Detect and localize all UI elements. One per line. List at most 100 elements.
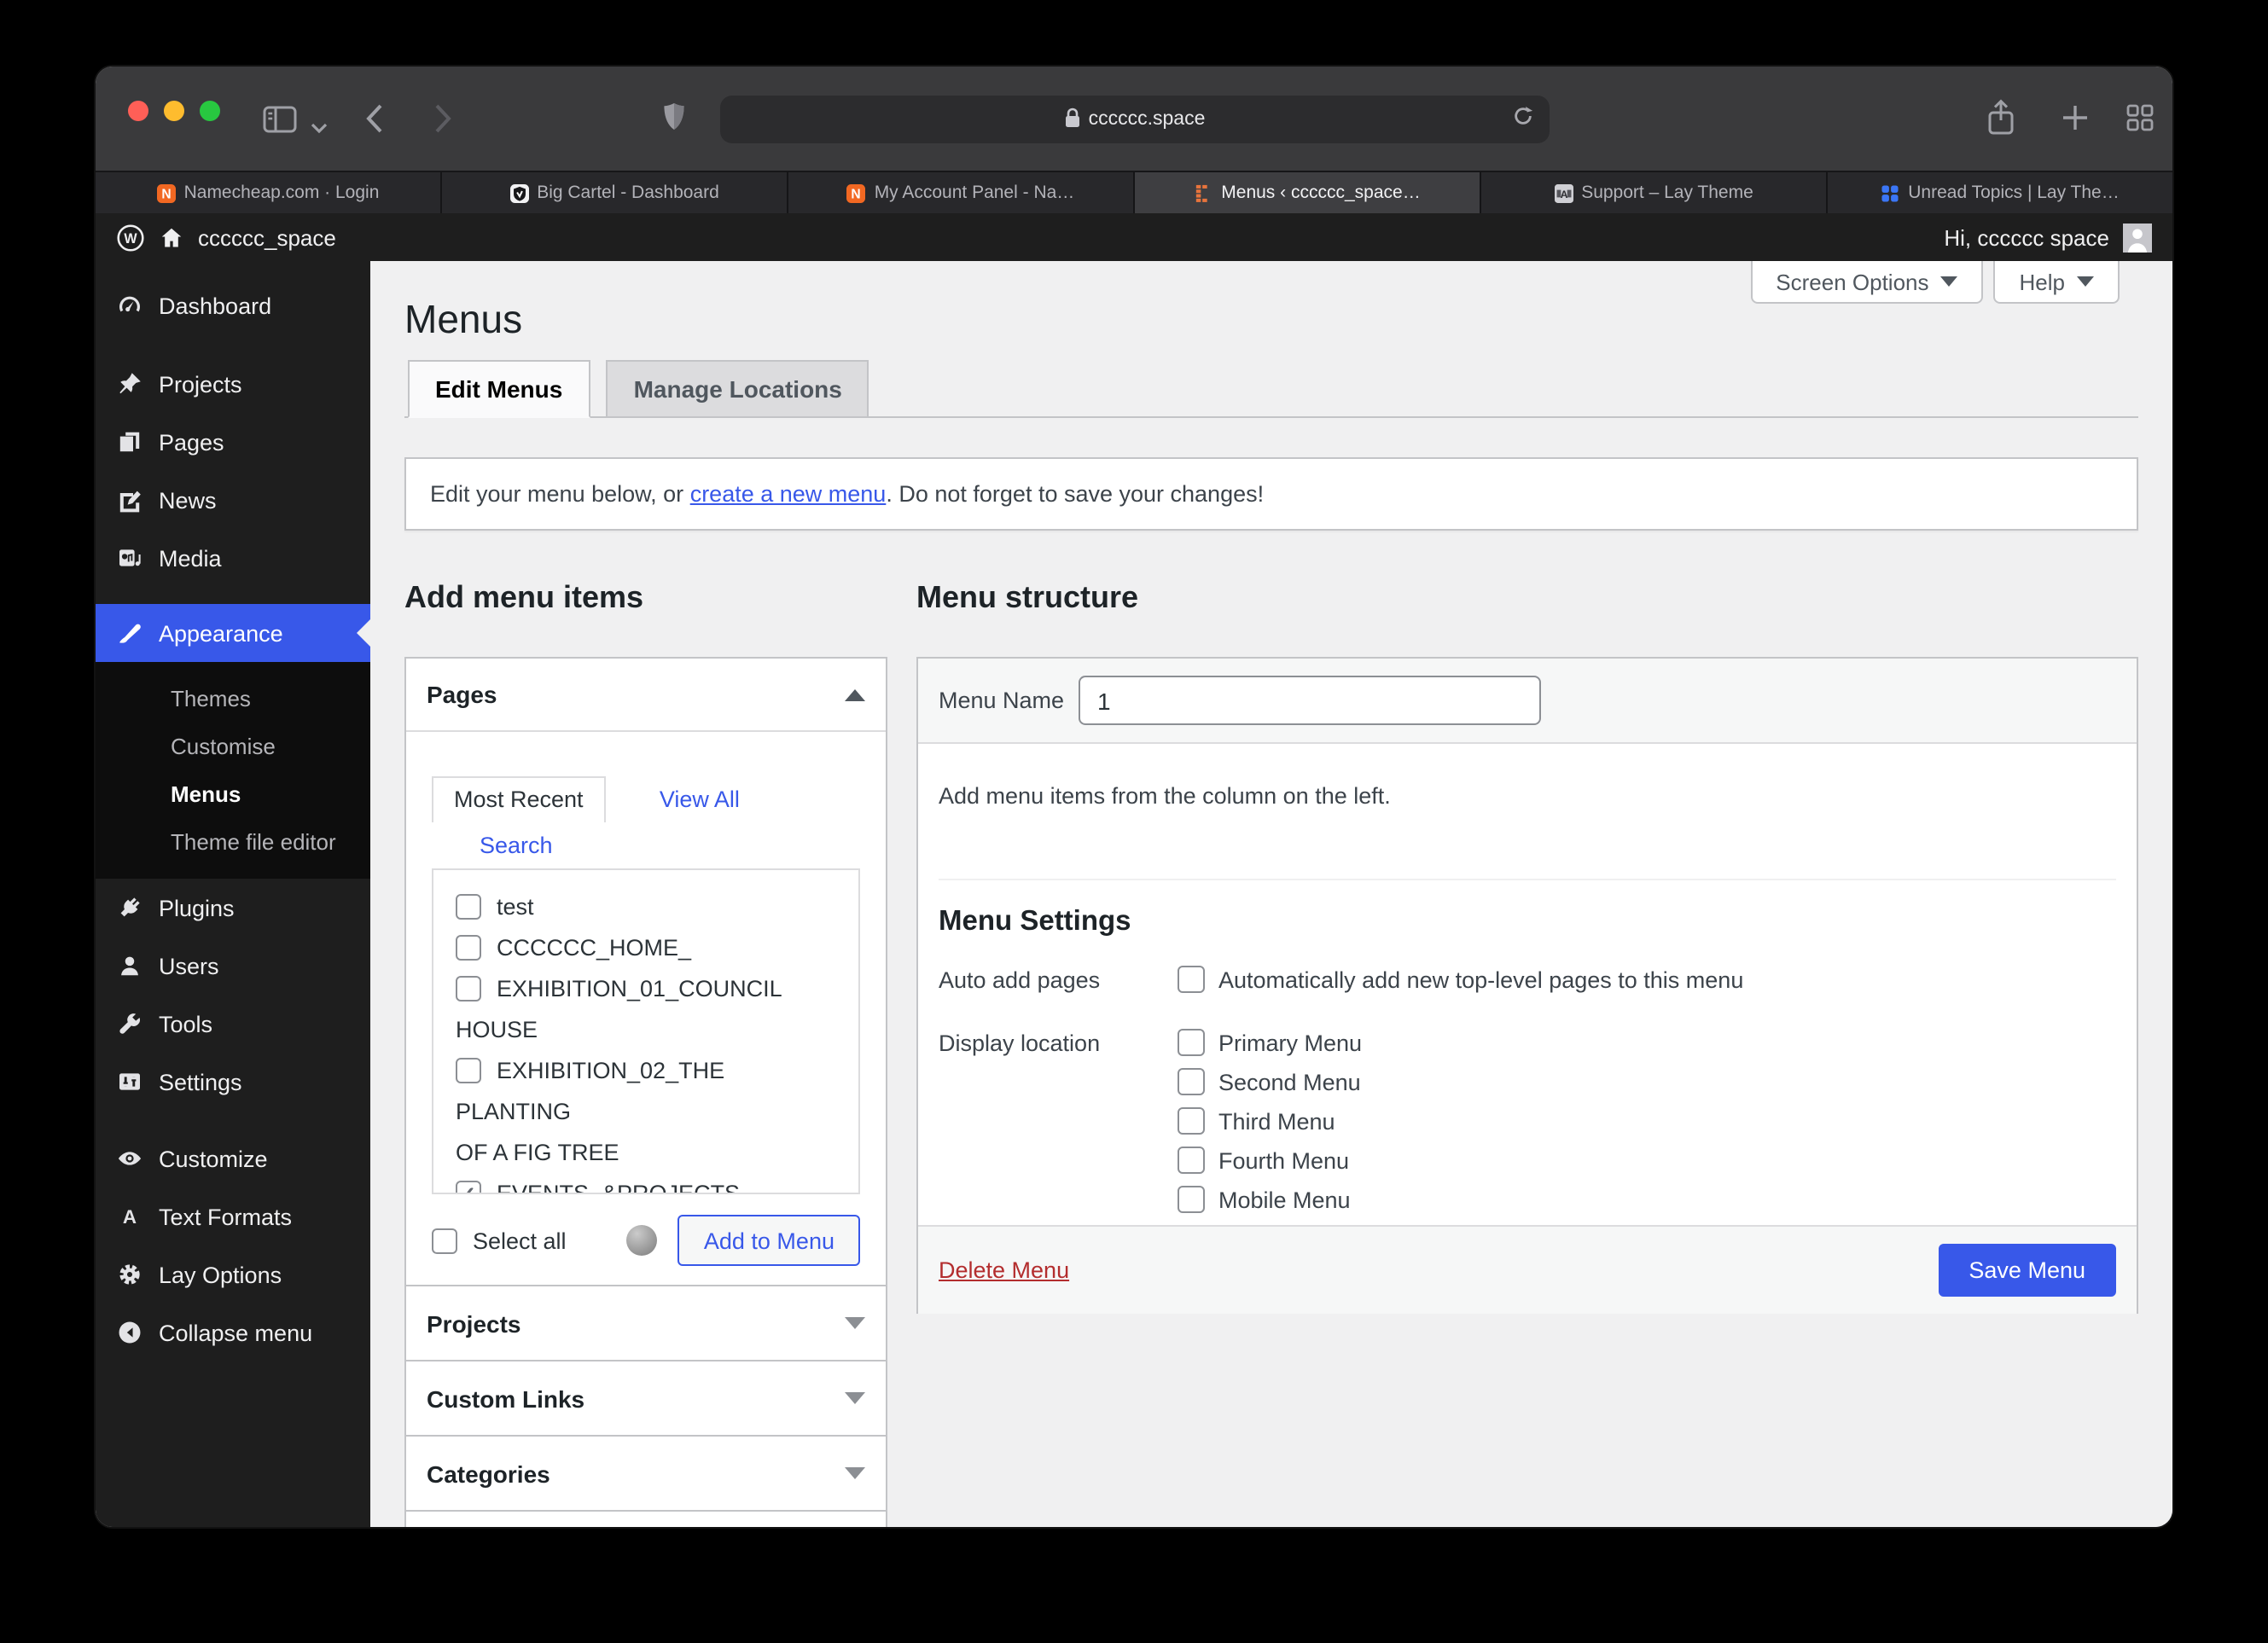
address-bar[interactable]: cccccc.space	[720, 96, 1550, 143]
sidebar-item-collapse-menu[interactable]: Collapse menu	[96, 1303, 370, 1361]
appearance-brush-icon	[116, 619, 143, 647]
sidebar-item-appearance[interactable]: Appearance	[96, 604, 370, 662]
spinner-icon	[626, 1225, 658, 1256]
wordpress-logo-icon[interactable]: W	[116, 223, 145, 252]
site-name[interactable]: cccccc_space	[198, 224, 336, 250]
page-checkbox-item[interactable]: CCCCCC_HOME_	[456, 928, 845, 969]
checkbox[interactable]	[1178, 1068, 1205, 1095]
add-to-menu-button[interactable]: Add to Menu	[677, 1215, 860, 1266]
sidebar-item-settings[interactable]: Settings	[96, 1053, 370, 1111]
checkbox[interactable]	[1178, 966, 1205, 993]
checkbox[interactable]	[456, 935, 481, 961]
sidebar-item-plugins[interactable]: Plugins	[96, 879, 370, 937]
save-menu-button[interactable]: Save Menu	[1938, 1244, 2116, 1297]
sidebar-item-dashboard[interactable]: Dashboard	[96, 276, 370, 334]
delete-menu-link[interactable]: Delete Menu	[939, 1257, 1069, 1283]
sidebar-item-customize[interactable]: Customize	[96, 1129, 370, 1187]
sidebar-item-text-formats[interactable]: A Text Formats	[96, 1187, 370, 1245]
privacy-shield-icon[interactable]	[662, 101, 686, 143]
sidebar-item-lay-options[interactable]: Lay Options	[96, 1245, 370, 1303]
browser-toolbar: cccccc.space	[96, 67, 2172, 172]
tab-view-all[interactable]: View All	[639, 778, 760, 824]
custom-links-accordion[interactable]: Custom Links	[404, 1360, 887, 1437]
sidebar-item-media[interactable]: Media	[96, 529, 370, 587]
sidebar-item-tools[interactable]: Tools	[96, 995, 370, 1053]
chevron-up-icon	[845, 688, 865, 700]
home-icon[interactable]	[159, 224, 184, 250]
avatar[interactable]	[2123, 223, 2152, 252]
page-checkbox-item[interactable]: EVENTS_&PROJECTS	[456, 1174, 845, 1193]
location-option-second[interactable]: Second Menu	[1178, 1068, 1362, 1095]
pages-accordion-header[interactable]: Pages	[406, 659, 886, 732]
submenu-item-theme-file-editor[interactable]: Theme file editor	[96, 819, 370, 867]
tab-overview-icon[interactable]	[2126, 104, 2154, 140]
svg-text:A: A	[123, 1206, 137, 1228]
admin-greeting[interactable]: Hi, cccccc space	[1944, 224, 2109, 250]
select-all-checkbox[interactable]	[432, 1228, 457, 1253]
zoom-window-button[interactable]	[200, 101, 220, 121]
plugin-icon	[116, 894, 143, 921]
forward-icon[interactable]	[433, 102, 452, 143]
tab-strip: N Namecheap.com · Login Big Cartel - Das…	[96, 172, 2172, 213]
minimize-window-button[interactable]	[164, 101, 184, 121]
page-checkbox-item[interactable]: EXHIBITION_02_THE PLANTING OF A FIG TREE	[456, 1051, 845, 1174]
checkbox[interactable]	[456, 1058, 481, 1083]
sidebar-item-pages[interactable]: Pages	[96, 413, 370, 471]
new-tab-icon[interactable]	[2062, 104, 2089, 140]
menu-settings-heading: Menu Settings	[939, 906, 1131, 937]
projects-accordion[interactable]: Projects	[404, 1285, 887, 1361]
checkbox[interactable]	[1178, 1029, 1205, 1056]
sidebar-item-users[interactable]: Users	[96, 937, 370, 995]
sidebar-toggle-icon[interactable]	[263, 106, 297, 142]
tab-namecheap-login[interactable]: N Namecheap.com · Login	[96, 172, 442, 213]
location-option-primary[interactable]: Primary Menu	[1178, 1029, 1362, 1056]
location-option-fourth[interactable]: Fourth Menu	[1178, 1147, 1362, 1174]
help-button[interactable]: Help	[1993, 261, 2120, 304]
checkbox[interactable]	[456, 894, 481, 920]
tab-menus-active[interactable]: Menus ‹ cccccc_space…	[1135, 172, 1481, 213]
tab-big-cartel[interactable]: Big Cartel - Dashboard	[442, 172, 788, 213]
sidebar-chevron-icon[interactable]	[311, 113, 328, 143]
checkbox[interactable]	[456, 976, 481, 1001]
reload-icon[interactable]	[1512, 104, 1534, 133]
svg-text:N: N	[161, 187, 171, 201]
news-category-accordion[interactable]: News Category	[404, 1510, 887, 1527]
dashboard-icon	[116, 292, 143, 319]
submenu-item-customise[interactable]: Customise	[96, 723, 370, 771]
share-icon[interactable]	[1986, 99, 2015, 145]
screen-options-button[interactable]: Screen Options	[1750, 261, 1984, 304]
edit-pencil-icon	[116, 486, 143, 514]
menu-name-input[interactable]	[1079, 676, 1541, 725]
sidebar-item-news[interactable]: News	[96, 471, 370, 529]
lay-theme-favicon	[1194, 183, 1213, 202]
submenu-item-menus[interactable]: Menus	[96, 771, 370, 819]
chevron-down-icon	[2077, 276, 2094, 287]
display-location-label: Display location	[939, 1031, 1101, 1056]
location-option-third[interactable]: Third Menu	[1178, 1107, 1362, 1135]
categories-accordion[interactable]: Categories	[404, 1435, 887, 1512]
page-checkbox-item[interactable]: EXHIBITION_01_COUNCIL HOUSE	[456, 969, 845, 1051]
chevron-down-icon	[845, 1317, 865, 1329]
chevron-down-icon	[845, 1467, 865, 1479]
tab-most-recent[interactable]: Most Recent	[432, 776, 606, 822]
checkbox[interactable]	[1178, 1147, 1205, 1174]
checkbox[interactable]	[1178, 1107, 1205, 1135]
checkbox-checked[interactable]	[456, 1174, 481, 1193]
page-checkbox-item[interactable]: test	[456, 887, 845, 928]
admin-content: Screen Options Help Menus Edit Menus Man…	[370, 261, 2172, 1527]
location-option-mobile[interactable]: Mobile Menu	[1178, 1186, 1362, 1213]
tab-manage-locations[interactable]: Manage Locations	[606, 360, 869, 416]
back-icon[interactable]	[365, 102, 384, 143]
tab-search[interactable]: Search	[459, 824, 573, 870]
create-new-menu-link[interactable]: create a new menu	[690, 481, 887, 507]
checkbox[interactable]	[1178, 1186, 1205, 1213]
wrench-icon	[116, 1010, 143, 1037]
close-window-button[interactable]	[128, 101, 148, 121]
tab-support-lay-theme[interactable]: A Support – Lay Theme	[1481, 172, 1828, 213]
tab-unread-topics[interactable]: Unread Topics | Lay The…	[1828, 172, 2172, 213]
sidebar-item-projects[interactable]: Projects	[96, 355, 370, 413]
auto-add-pages-option[interactable]: Automatically add new top-level pages to…	[1178, 966, 1743, 993]
submenu-item-themes[interactable]: Themes	[96, 676, 370, 723]
tab-my-account-panel[interactable]: N My Account Panel - Na…	[788, 172, 1135, 213]
tab-edit-menus[interactable]: Edit Menus	[408, 360, 590, 418]
